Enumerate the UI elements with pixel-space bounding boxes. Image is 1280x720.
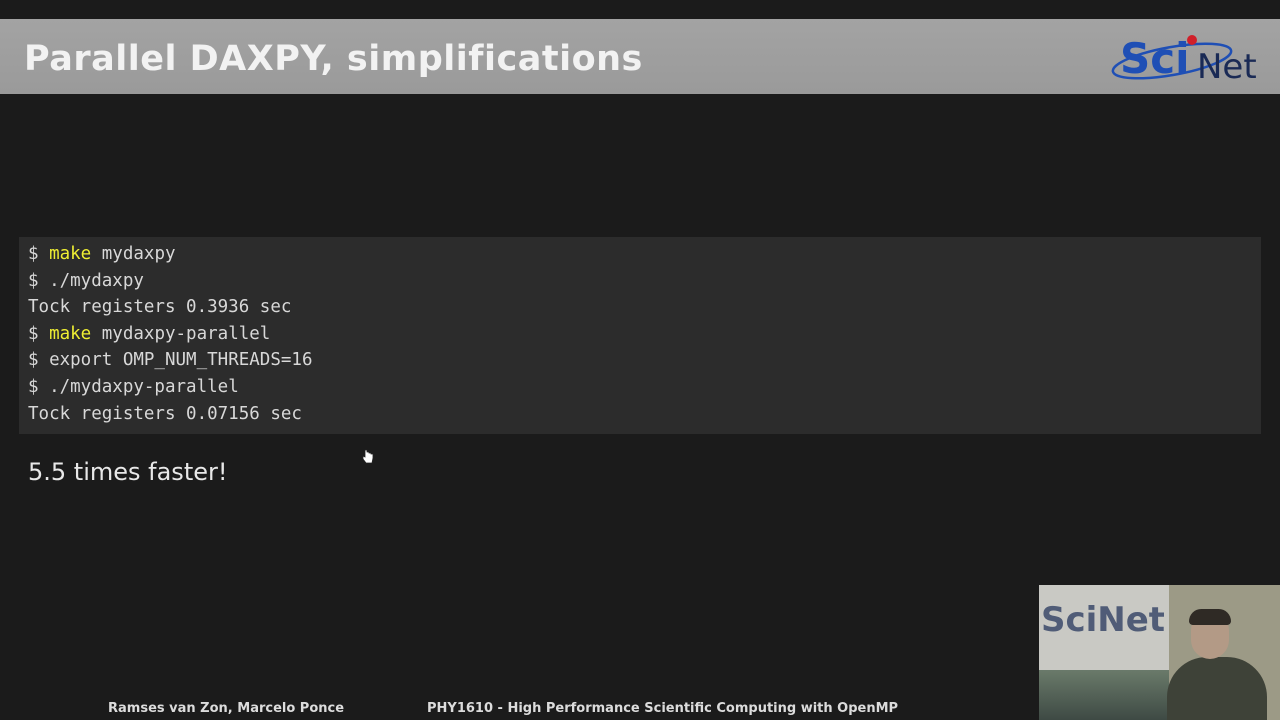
code-line: $ make mydaxpy bbox=[28, 244, 176, 264]
footer-course: PHY1610 - High Performance Scientific Co… bbox=[427, 701, 899, 716]
presenter-hair bbox=[1189, 609, 1231, 625]
slide-title: Parallel DAXPY, simplifications bbox=[24, 39, 643, 79]
hand-cursor-icon bbox=[362, 449, 374, 464]
code-line: $ make mydaxpy-parallel bbox=[28, 324, 271, 344]
code-line: Tock registers 0.3936 sec bbox=[28, 297, 292, 317]
webcam-floor bbox=[1039, 670, 1174, 720]
footer-authors: Ramses van Zon, Marcelo Ponce bbox=[108, 701, 345, 716]
scinet-logo: Sci Net bbox=[1111, 34, 1257, 83]
code-line: $ ./mydaxpy-parallel bbox=[28, 377, 239, 397]
code-line: $ ./mydaxpy bbox=[28, 271, 144, 291]
slide-title-bar: Parallel DAXPY, simplifications Sci Net bbox=[0, 19, 1280, 94]
svg-text:SciNet: SciNet bbox=[1041, 600, 1164, 640]
code-line: Tock registers 0.07156 sec bbox=[28, 404, 302, 424]
presenter-figure bbox=[1167, 657, 1267, 720]
webcam-banner-logo: SciNet bbox=[1041, 600, 1164, 640]
presenter-webcam: SciNet bbox=[1039, 585, 1280, 720]
code-line: $ export OMP_NUM_THREADS=16 bbox=[28, 350, 313, 370]
logo-text-net: Net bbox=[1197, 47, 1257, 83]
terminal-code-block: $ make mydaxpy $ ./mydaxpy Tock register… bbox=[19, 237, 1261, 434]
logo-text-sci: Sci bbox=[1120, 34, 1190, 83]
speedup-note: 5.5 times faster! bbox=[28, 458, 228, 486]
